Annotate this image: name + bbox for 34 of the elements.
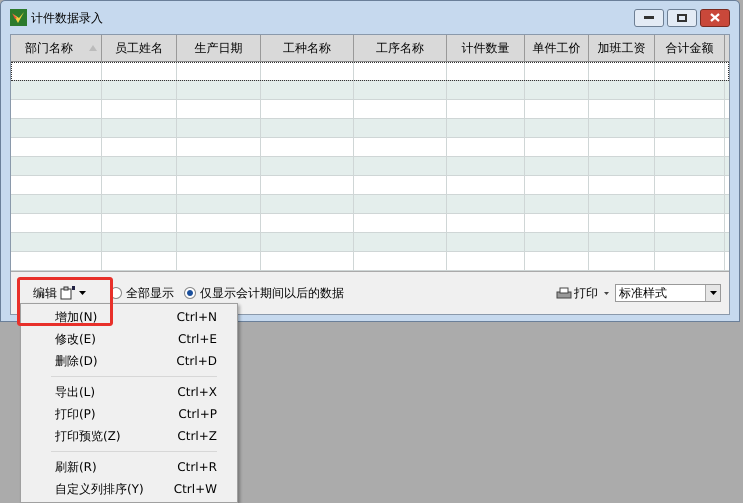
menu-item[interactable]: 打印预览(Z) Ctrl+Z bbox=[51, 425, 217, 447]
menu-item[interactable]: 打印(P) Ctrl+P bbox=[51, 403, 217, 425]
column-header[interactable]: 计件数量 bbox=[447, 35, 525, 61]
window-title: 计件数据录入 bbox=[31, 10, 103, 26]
column-header[interactable]: 生产日期 bbox=[177, 35, 261, 61]
menu-item[interactable]: 刷新(R) Ctrl+R bbox=[51, 456, 217, 478]
caret-icon bbox=[604, 292, 609, 294]
menu-item[interactable]: 修改(E) Ctrl+E bbox=[51, 328, 217, 350]
column-header[interactable]: 单件工价 bbox=[525, 35, 589, 61]
app-logo-icon bbox=[10, 9, 27, 26]
caret-icon bbox=[79, 291, 86, 295]
close-button[interactable] bbox=[700, 8, 730, 26]
close-icon bbox=[710, 13, 720, 22]
clipboard-icon bbox=[60, 286, 76, 300]
radio-button[interactable] bbox=[184, 287, 196, 299]
printer-icon bbox=[556, 286, 572, 300]
column-header[interactable]: 合计金额 bbox=[655, 35, 725, 61]
menu-item[interactable]: 导出(L) Ctrl+X bbox=[51, 381, 217, 403]
menu-item[interactable]: 删除(D) Ctrl+D bbox=[51, 350, 217, 372]
sort-arrow-icon bbox=[89, 45, 97, 51]
menu-item[interactable]: 增加(N) Ctrl+N bbox=[51, 306, 217, 328]
print-button[interactable]: 打印 bbox=[556, 284, 609, 302]
radio-option[interactable]: 仅显示会计期间以后的数据 bbox=[184, 284, 344, 302]
radio-option[interactable]: 全部显示 bbox=[110, 284, 174, 302]
edit-button[interactable]: 编辑 bbox=[19, 282, 100, 304]
column-header[interactable]: 工种名称 bbox=[261, 35, 354, 61]
maximize-button[interactable] bbox=[667, 8, 697, 26]
menu-item[interactable]: 自定义列排序(Y) Ctrl+W bbox=[51, 478, 217, 500]
column-header[interactable]: 工序名称 bbox=[354, 35, 447, 61]
column-header[interactable]: 加班工资 bbox=[589, 35, 655, 61]
column-header[interactable]: 员工姓名 bbox=[102, 35, 177, 61]
column-header[interactable]: 部门名称 bbox=[11, 35, 102, 61]
style-select[interactable]: 标准样式 bbox=[615, 284, 721, 302]
minimize-button[interactable] bbox=[634, 8, 664, 26]
